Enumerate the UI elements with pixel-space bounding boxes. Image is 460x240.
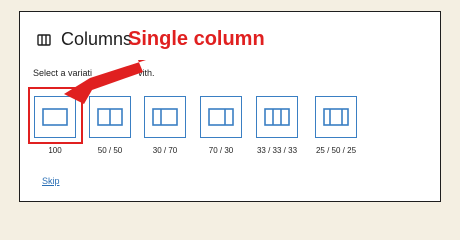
variation-tile[interactable] [256, 96, 298, 138]
skip-link[interactable]: Skip [42, 176, 60, 186]
variation-tile[interactable] [144, 96, 186, 138]
two-columns-equal-icon [97, 108, 123, 126]
three-columns-wide-center-icon [323, 108, 349, 126]
three-columns-equal-icon [264, 108, 290, 126]
variation-tile[interactable] [200, 96, 242, 138]
variation-tile[interactable] [315, 96, 357, 138]
annotation-label: Single column [128, 28, 265, 50]
two-columns-30-70-icon [152, 108, 178, 126]
variation-option-25-50-25[interactable]: 25 / 50 / 25 [315, 96, 357, 155]
variation-option-30-70[interactable]: 30 / 70 [144, 96, 186, 155]
variation-option-70-30[interactable]: 70 / 30 [200, 96, 242, 155]
variation-label: 25 / 50 / 25 [315, 146, 357, 155]
variation-option-33-33-33[interactable]: 33 / 33 / 33 [256, 96, 298, 155]
variation-tile[interactable] [89, 96, 131, 138]
annotation-highlight-box [28, 87, 83, 144]
two-columns-70-30-icon [208, 108, 234, 126]
